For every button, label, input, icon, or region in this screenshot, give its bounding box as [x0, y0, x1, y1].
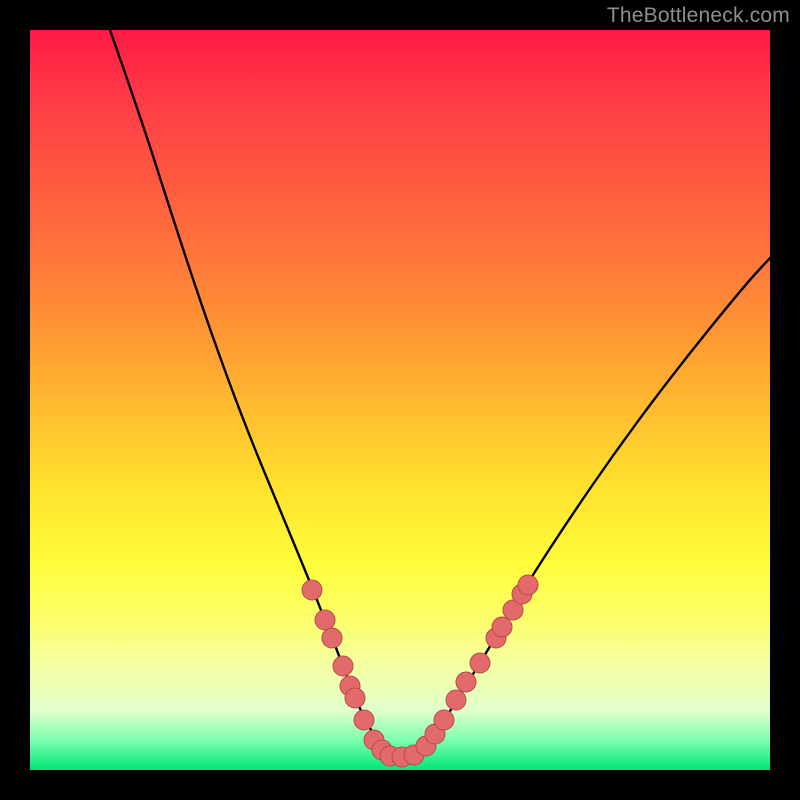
curve-marker [434, 710, 454, 730]
curve-marker [470, 653, 490, 673]
curve-marker [354, 710, 374, 730]
curve-marker [345, 688, 365, 708]
marker-layer [302, 575, 538, 767]
curve-marker [333, 656, 353, 676]
curve-marker [322, 628, 342, 648]
curve-layer [30, 30, 770, 770]
curve-marker [492, 617, 512, 637]
watermark-label: TheBottleneck.com [607, 4, 790, 28]
bottleneck-curve [110, 30, 770, 756]
curve-marker [518, 575, 538, 595]
curve-marker [446, 690, 466, 710]
curve-marker [315, 610, 335, 630]
chart-frame: TheBottleneck.com [0, 0, 800, 800]
curve-marker [302, 580, 322, 600]
plot-area [30, 30, 770, 770]
curve-marker [456, 672, 476, 692]
